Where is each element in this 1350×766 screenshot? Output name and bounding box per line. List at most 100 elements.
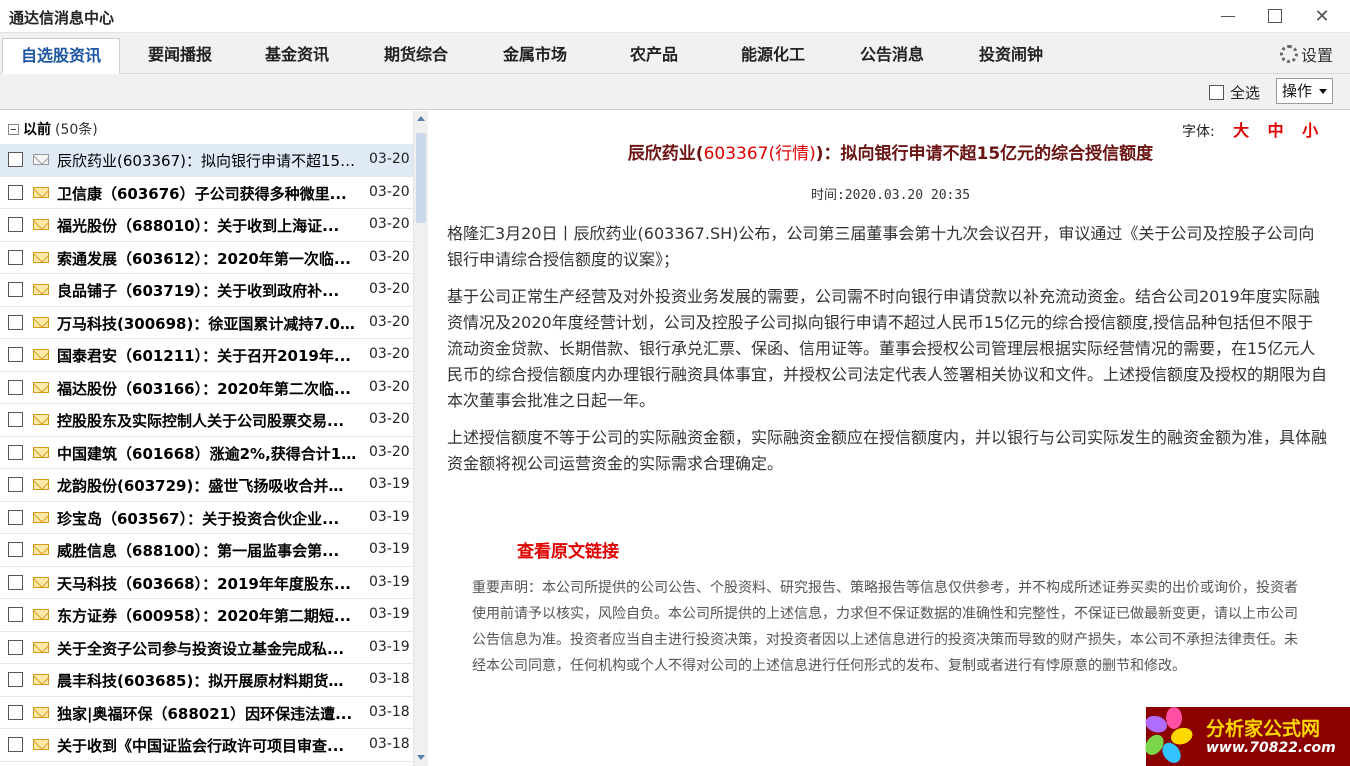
item-checkbox[interactable] — [8, 217, 23, 232]
list-scrollbar[interactable] — [413, 111, 428, 766]
group-label: 以前 — [23, 122, 51, 138]
headline-prefix: 辰欣药业( — [627, 144, 704, 164]
tab-futures[interactable]: 期货综合 — [357, 38, 475, 74]
item-date: 03-18 — [369, 736, 410, 752]
list-item[interactable]: 国泰君安（601211）：关于召开2019年... 03-20 — [0, 339, 413, 372]
list-item[interactable]: 福达股份（603166）：2020年第二次临... 03-20 — [0, 372, 413, 404]
operate-dropdown[interactable]: 操作 — [1276, 78, 1333, 104]
item-checkbox[interactable] — [8, 542, 23, 557]
list-item[interactable]: 辰欣药业(603367)：拟向银行申请不超15亿... 03-20 — [0, 144, 413, 177]
item-checkbox[interactable] — [8, 639, 23, 655]
tab-watchlist-news[interactable]: 自选股资讯 — [2, 38, 120, 74]
font-small-button[interactable]: 小 — [1302, 121, 1318, 140]
item-date: 03-20 — [369, 151, 410, 167]
list-item[interactable]: 中国建筑（601668）涨逾2%,获得合计14... 03-20 — [0, 437, 413, 469]
group-header[interactable]: 以前 (50条) — [8, 119, 98, 139]
item-checkbox[interactable] — [8, 412, 23, 427]
item-checkbox[interactable] — [8, 152, 23, 167]
collapse-icon[interactable] — [8, 123, 19, 135]
envelope-icon — [33, 219, 49, 230]
item-date: 03-20 — [369, 281, 410, 297]
item-checkbox[interactable] — [8, 444, 23, 460]
minimize-button[interactable] — [1205, 2, 1251, 30]
group-count: (50条) — [55, 122, 98, 138]
list-item[interactable]: 万马科技(300698)：徐亚国累计减持7.07... 03-20 — [0, 307, 413, 339]
list-item[interactable]: 东方证券（600958）：2020年第二期短... 03-19 — [0, 599, 413, 632]
envelope-icon — [33, 576, 49, 588]
item-title: 珍宝岛（603567）：关于投资合伙企业... — [57, 509, 340, 528]
list-item[interactable]: 良品铺子（603719）：关于收到政府补... 03-20 — [0, 274, 413, 307]
item-date: 03-20 — [369, 183, 410, 200]
tab-agriculture[interactable]: 农产品 — [595, 38, 713, 74]
item-checkbox[interactable] — [8, 607, 23, 622]
item-checkbox[interactable] — [8, 314, 23, 330]
stock-quote-link[interactable]: 603367(行情) — [704, 144, 816, 164]
font-medium-button[interactable]: 中 — [1268, 121, 1284, 140]
settings-button[interactable]: 设置 — [1280, 42, 1333, 66]
watermark-logo: 分析家公式网 www.70822.com — [1141, 706, 1350, 766]
item-checkbox[interactable] — [8, 509, 23, 525]
original-article-link[interactable]: 查看原文链接 — [517, 537, 619, 562]
item-date: 03-20 — [369, 216, 410, 232]
scroll-thumb[interactable] — [416, 133, 426, 223]
list-item[interactable]: 威胜信息（688100）：第一届监事会第... 03-19 — [0, 534, 413, 567]
item-title: 索通发展（603612）：2020年第一次临... — [57, 249, 351, 268]
item-checkbox[interactable] — [8, 704, 23, 720]
list-item[interactable]: 控股股东及实际控制人关于公司股票交易... 03-20 — [0, 404, 413, 437]
item-title: 独家|奥福环保（688021）因环保违法遭... — [57, 704, 353, 723]
list-item[interactable]: 卫信康（603676）子公司获得多种微里... 03-20 — [0, 177, 413, 209]
item-checkbox[interactable] — [8, 347, 23, 362]
item-title: 晨丰科技(603685)：拟开展原材料期货套... — [57, 672, 357, 690]
item-title: 良品铺子（603719）：关于收到政府补... — [57, 282, 340, 300]
item-checkbox[interactable] — [8, 737, 23, 752]
list-item[interactable]: 关于全资子公司参与投资设立基金完成私... 03-19 — [0, 632, 413, 664]
item-title: 龙韵股份(603729)：盛世飞扬吸收合并逸... — [57, 477, 357, 495]
list-item[interactable]: 天马科技（603668）：2019年年度股东... 03-19 — [0, 567, 413, 599]
maximize-icon — [1268, 9, 1282, 23]
item-date: 03-20 — [369, 411, 410, 427]
watermark-name: 分析家公式网 — [1206, 717, 1321, 740]
toolbar: 全选 操作 — [0, 74, 1350, 110]
envelope-icon — [33, 446, 49, 458]
list-item[interactable]: 索通发展（603612）：2020年第一次临... 03-20 — [0, 242, 413, 274]
article-time: 时间:2020.03.20 20:35 — [810, 188, 971, 203]
item-checkbox[interactable] — [8, 672, 23, 687]
list-item[interactable]: 福光股份（688010）：关于收到上海证... 03-20 — [0, 209, 413, 242]
list-item[interactable]: 珍宝岛（603567）：关于投资合伙企业... 03-19 — [0, 502, 413, 534]
item-title: 天马科技（603668）：2019年年度股东... — [57, 574, 351, 593]
item-title: 卫信康（603676）子公司获得多种微里... — [57, 184, 347, 203]
item-checkbox[interactable] — [8, 574, 23, 590]
item-date: 03-20 — [369, 443, 410, 460]
item-checkbox[interactable] — [8, 249, 23, 265]
item-checkbox[interactable] — [8, 184, 23, 200]
maximize-button[interactable] — [1252, 2, 1298, 30]
message-list-pane: 以前 (50条) 辰欣药业(603367)：拟向银行申请不超15亿... 03-2… — [0, 111, 428, 766]
select-all-checkbox[interactable]: 全选 — [1209, 82, 1260, 103]
checkbox-icon[interactable] — [1209, 85, 1224, 100]
settings-label: 设置 — [1301, 46, 1334, 65]
tab-announcements[interactable]: 公告消息 — [833, 38, 951, 74]
envelope-icon — [33, 284, 49, 295]
scroll-up-icon[interactable] — [417, 116, 425, 121]
envelope-icon — [33, 316, 49, 328]
list-item[interactable]: 独家|奥福环保（688021）因环保违法遭... 03-18 — [0, 697, 413, 729]
minimize-icon — [1221, 15, 1235, 17]
list-item[interactable]: 龙韵股份(603729)：盛世飞扬吸收合并逸... 03-19 — [0, 469, 413, 502]
item-checkbox[interactable] — [8, 379, 23, 395]
tab-energy-chemicals[interactable]: 能源化工 — [714, 38, 832, 74]
list-item[interactable]: 晨丰科技(603685)：拟开展原材料期货套... 03-18 — [0, 664, 413, 697]
item-checkbox[interactable] — [8, 477, 23, 492]
tab-headlines[interactable]: 要闻播报 — [121, 38, 239, 74]
tab-investment-alarm[interactable]: 投资闹钟 — [952, 38, 1070, 74]
tab-metals[interactable]: 金属市场 — [476, 38, 594, 74]
item-date: 03-19 — [369, 606, 410, 622]
envelope-icon — [33, 349, 49, 360]
tab-fund-news[interactable]: 基金资讯 — [238, 38, 356, 74]
font-large-button[interactable]: 大 — [1233, 121, 1249, 140]
scroll-down-icon[interactable] — [417, 755, 425, 760]
list-item[interactable]: 关于收到《中国证监会行政许可项目审查... 03-18 — [0, 729, 413, 762]
item-date: 03-18 — [369, 703, 410, 720]
envelope-icon — [33, 609, 49, 620]
item-checkbox[interactable] — [8, 282, 23, 297]
close-button[interactable]: ✕ — [1299, 2, 1345, 30]
